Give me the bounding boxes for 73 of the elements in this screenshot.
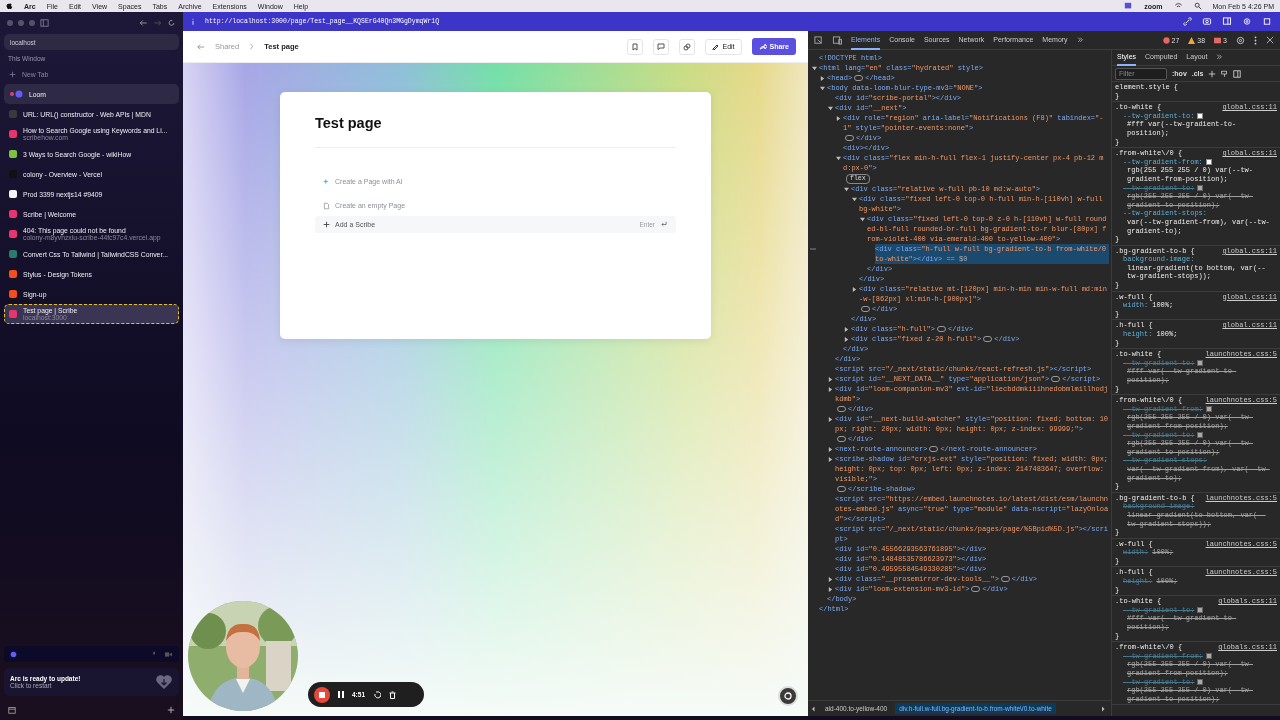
screen-icon bbox=[1123, 2, 1134, 10]
collapsed-arrow-icon[interactable] bbox=[820, 75, 825, 81]
color-swatch[interactable] bbox=[1197, 112, 1204, 119]
enter-icon bbox=[660, 221, 668, 228]
plus-icon bbox=[323, 221, 330, 228]
square-icon[interactable] bbox=[1262, 17, 1272, 26]
scroll-left-icon[interactable] bbox=[812, 705, 817, 712]
ellipsis-icon[interactable] bbox=[845, 135, 854, 142]
color-swatch[interactable] bbox=[1197, 359, 1204, 366]
camera-icon[interactable] bbox=[1202, 17, 1212, 26]
back-icon[interactable] bbox=[139, 19, 148, 27]
apple-icon bbox=[6, 2, 13, 10]
plus-icon[interactable] bbox=[1208, 69, 1217, 78]
close-icon[interactable] bbox=[1266, 36, 1274, 44]
expanded-arrow-icon[interactable] bbox=[812, 65, 817, 71]
collapsed-arrow-icon[interactable] bbox=[828, 416, 833, 422]
scroll-right-icon[interactable] bbox=[1102, 705, 1107, 712]
document-icon bbox=[323, 201, 330, 210]
ellipsis-icon[interactable] bbox=[837, 486, 846, 493]
sparkle-icon bbox=[323, 178, 330, 185]
share-icon bbox=[758, 43, 767, 50]
expanded-arrow-icon[interactable] bbox=[836, 155, 841, 161]
more-tabs-icon[interactable] bbox=[1216, 54, 1225, 61]
color-swatch[interactable] bbox=[1197, 184, 1204, 191]
paint-icon[interactable] bbox=[1221, 69, 1229, 78]
heart-download-icon bbox=[155, 674, 173, 690]
expanded-arrow-icon[interactable] bbox=[820, 85, 825, 91]
wifi-icon bbox=[1173, 2, 1183, 10]
inspect-icon[interactable] bbox=[814, 35, 823, 45]
more-vertical-icon[interactable] bbox=[1254, 35, 1257, 45]
ellipsis-icon[interactable] bbox=[837, 406, 846, 413]
expanded-arrow-icon[interactable] bbox=[828, 105, 833, 111]
more-tabs-icon[interactable] bbox=[1076, 36, 1085, 44]
message-icon bbox=[1214, 36, 1222, 44]
expanded-arrow-icon[interactable] bbox=[860, 216, 865, 222]
ellipsis-icon[interactable] bbox=[861, 306, 870, 313]
collapsed-arrow-icon[interactable] bbox=[836, 115, 841, 121]
copy-button[interactable] bbox=[679, 38, 696, 55]
camera-icon bbox=[164, 650, 173, 658]
link-icon[interactable] bbox=[1183, 17, 1192, 26]
color-swatch[interactable] bbox=[1197, 607, 1204, 613]
chevron-icon bbox=[249, 43, 255, 50]
search-icon[interactable] bbox=[1193, 2, 1202, 10]
plus-icon[interactable] bbox=[167, 706, 175, 714]
color-swatch[interactable] bbox=[1197, 678, 1204, 685]
ring-icon bbox=[783, 691, 793, 701]
ellipsis-icon[interactable] bbox=[837, 436, 846, 443]
comment-icon bbox=[657, 43, 666, 50]
color-swatch[interactable] bbox=[1197, 431, 1204, 438]
page-title: Test page bbox=[315, 115, 676, 148]
record-icon bbox=[10, 650, 17, 658]
circles-icon bbox=[683, 42, 692, 51]
error-icon bbox=[1162, 36, 1170, 44]
archive-icon[interactable] bbox=[8, 706, 16, 714]
pencil-icon bbox=[712, 43, 720, 50]
reload-icon[interactable] bbox=[167, 19, 176, 27]
device-icon[interactable] bbox=[832, 35, 842, 45]
record-icon bbox=[9, 90, 23, 98]
collapsed-arrow-icon[interactable] bbox=[852, 286, 857, 292]
warning-icon bbox=[1188, 36, 1196, 44]
stop-button[interactable] bbox=[314, 686, 330, 703]
info-icon bbox=[191, 17, 195, 26]
plus-icon bbox=[9, 70, 16, 78]
color-swatch[interactable] bbox=[1205, 405, 1212, 412]
restart-button[interactable] bbox=[373, 690, 381, 699]
color-swatch[interactable] bbox=[1205, 158, 1212, 165]
comment-button[interactable] bbox=[653, 38, 670, 55]
color-swatch[interactable] bbox=[1205, 652, 1212, 659]
delete-button[interactable] bbox=[389, 690, 396, 699]
stop-icon bbox=[319, 691, 325, 698]
bookmark-icon bbox=[632, 42, 639, 51]
pause-button[interactable] bbox=[338, 691, 344, 698]
sidebar-icon[interactable] bbox=[40, 19, 49, 27]
